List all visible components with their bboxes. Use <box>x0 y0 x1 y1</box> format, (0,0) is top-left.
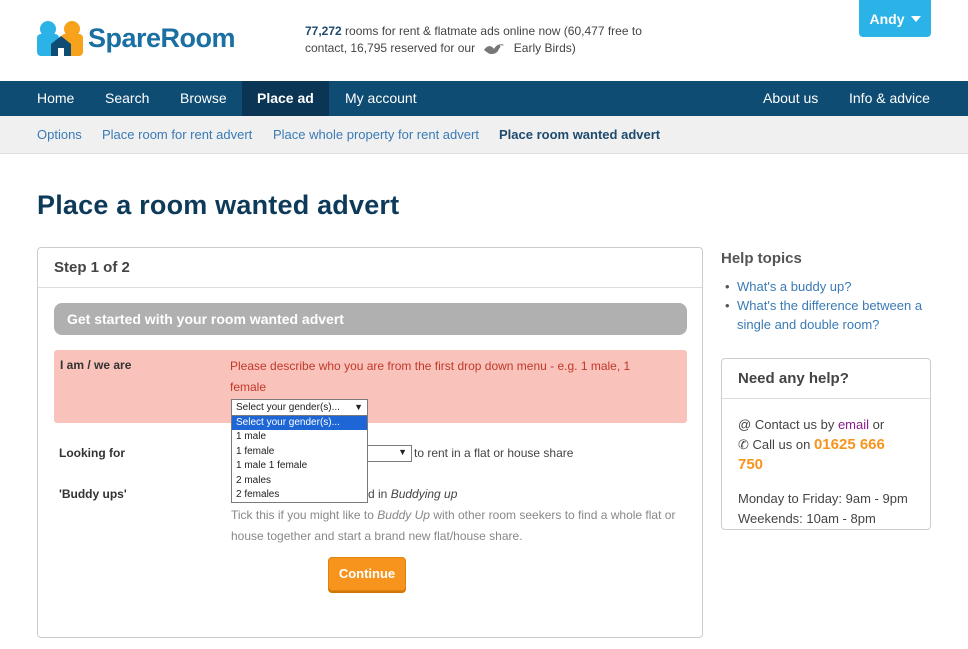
help-topics-title: Help topics <box>721 250 802 267</box>
spareroom-logo[interactable]: SpareRoom <box>37 20 236 56</box>
stats-line2: contact, 16,795 reserved for our <box>305 41 476 55</box>
gender-option[interactable]: Select your gender(s)... <box>232 416 367 431</box>
logo-text: SpareRoom <box>88 22 236 53</box>
logo-people-icon <box>37 21 83 56</box>
contact-line: @ Contact us by email or <box>738 415 914 435</box>
gender-dropdown-list[interactable]: Select your gender(s)... 1 male 1 female… <box>231 415 368 503</box>
help-topic-link[interactable]: What's the difference between a single a… <box>723 296 943 334</box>
stats-line1: rooms for rent & flatmate ads online now… <box>341 24 642 38</box>
call-prefix: Call us on <box>752 437 814 452</box>
user-menu-button[interactable]: Andy <box>859 0 931 37</box>
nav-browse[interactable]: Browse <box>165 81 242 116</box>
hours-weekend: Weekends: 10am - 8pm <box>738 511 876 526</box>
hint-part1: Tick this if you might like to <box>231 508 378 522</box>
step-panel: Step 1 of 2 Get started with your room w… <box>37 247 703 638</box>
caret-down-icon <box>910 15 921 22</box>
subnav-room-for-rent[interactable]: Place room for rent advert <box>102 116 252 154</box>
hint-em: Buddy Up <box>377 508 430 522</box>
gender-option[interactable]: 2 females <box>232 488 367 502</box>
gender-option[interactable]: 1 male 1 female <box>232 459 367 473</box>
iam-label: I am / we are <box>60 358 132 372</box>
error-message: Please describe who you are from the fir… <box>230 359 631 394</box>
gender-option[interactable]: 1 male <box>232 430 367 444</box>
early-birds-link[interactable]: Early Birds) <box>514 41 576 55</box>
site-header: SpareRoom 77,272 rooms for rent & flatma… <box>0 0 968 81</box>
nav-place-ad[interactable]: Place ad <box>242 81 329 116</box>
buddy-inline-em: Buddying up <box>390 487 458 501</box>
user-name: Andy <box>869 10 905 27</box>
looking-for-label: Looking for <box>59 446 125 460</box>
subnav-whole-property[interactable]: Place whole property for rent advert <box>273 116 479 154</box>
help-topic-link[interactable]: What's a buddy up? <box>723 277 943 296</box>
need-help-body: @ Contact us by email or ✆ Call us on 01… <box>722 399 930 529</box>
nav-my-account[interactable]: My account <box>330 81 432 116</box>
phone-icon: ✆ <box>738 437 749 452</box>
at-icon: @ <box>738 417 752 432</box>
stats-count: 77,272 <box>305 24 342 38</box>
site-stats: 77,272 rooms for rent & flatmate ads onl… <box>305 23 665 57</box>
gender-select[interactable]: Select your gender(s)... ▼ <box>231 399 368 416</box>
page-title: Place a room wanted advert <box>37 190 400 220</box>
hours-weekday: Monday to Friday: 9am - 9pm <box>738 491 908 506</box>
looking-for-suffix: to rent in a flat or house share <box>414 446 574 460</box>
nav-about-us[interactable]: About us <box>748 81 833 116</box>
call-line: ✆ Call us on 01625 666 750 <box>738 435 914 475</box>
nav-home[interactable]: Home <box>22 81 89 116</box>
gender-option[interactable]: 1 female <box>232 445 367 459</box>
early-bird-icon <box>484 44 505 54</box>
email-link[interactable]: email <box>838 417 869 432</box>
subnav-options[interactable]: Options <box>37 116 82 154</box>
buddy-inline-text: d in Buddying up <box>368 487 457 501</box>
section-title: Get started with your room wanted advert <box>54 303 687 335</box>
subnav-room-wanted[interactable]: Place room wanted advert <box>499 116 660 154</box>
nav-search[interactable]: Search <box>90 81 164 116</box>
dropdown-arrow-icon: ▼ <box>398 447 407 457</box>
need-help-box: Need any help? @ Contact us by email or … <box>721 358 931 530</box>
contact-suffix: or <box>869 417 885 432</box>
gender-option[interactable]: 2 males <box>232 474 367 488</box>
error-row: I am / we are Please describe who you ar… <box>54 350 687 423</box>
help-topics-list: What's a buddy up? What's the difference… <box>723 277 943 334</box>
sub-nav: Options Place room for rent advert Place… <box>0 116 968 154</box>
need-help-title: Need any help? <box>722 359 930 399</box>
step-heading: Step 1 of 2 <box>38 248 702 288</box>
main-nav: Home Search Browse Place ad My account A… <box>0 81 968 116</box>
contact-prefix: Contact us by <box>754 417 838 432</box>
buddy-inline-prefix: d in <box>368 487 391 501</box>
nav-info-advice[interactable]: Info & advice <box>834 81 945 116</box>
buddy-ups-label: 'Buddy ups' <box>59 487 127 501</box>
buddy-hint: Tick this if you might like to Buddy Up … <box>231 505 681 547</box>
continue-button[interactable]: Continue <box>328 557 406 591</box>
dropdown-arrow-icon: ▼ <box>354 402 363 412</box>
gender-select-value: Select your gender(s)... <box>236 402 340 413</box>
